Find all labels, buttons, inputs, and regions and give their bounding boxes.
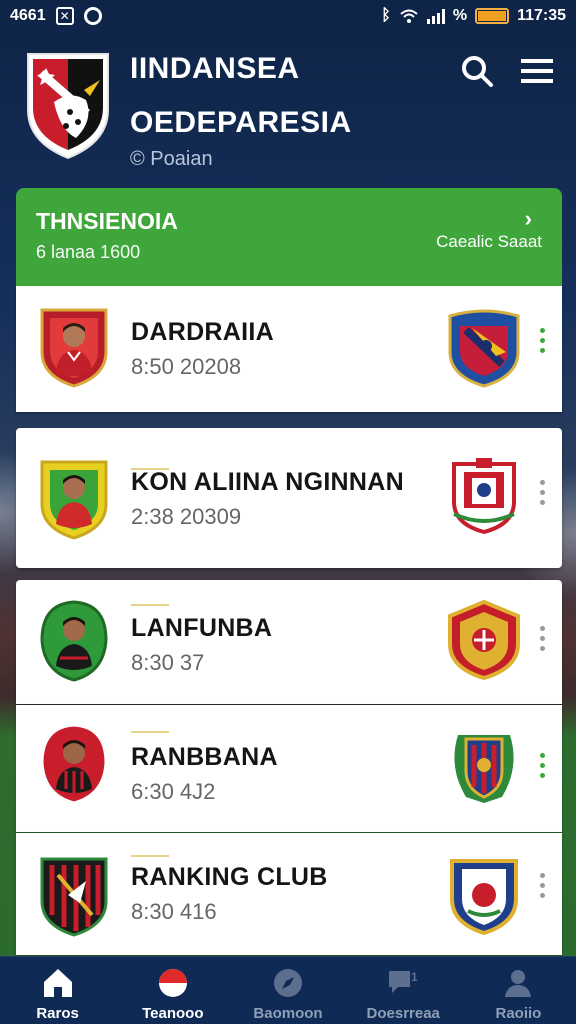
more-options-icon[interactable]	[538, 626, 546, 651]
list-item[interactable]: LANFUNBA 8:30 37	[16, 580, 562, 704]
player-name: KON ALIINA NGINNAN	[131, 468, 404, 496]
club-badge	[448, 309, 520, 388]
list-item[interactable]: DARDRAIIA 8:50 20208	[16, 286, 562, 412]
dot	[539, 338, 545, 343]
featured-link[interactable]: Caealic Saaat	[436, 232, 542, 252]
accent-line	[131, 731, 169, 733]
more-options-icon[interactable]	[538, 873, 546, 898]
dot	[539, 873, 545, 878]
percent-icon: %	[452, 7, 468, 24]
dot	[539, 646, 545, 651]
chevron-right-icon[interactable]: ›	[525, 206, 532, 232]
compass-icon	[274, 969, 302, 997]
club-badge	[454, 735, 514, 803]
nav-label: Baomoon	[253, 1005, 323, 1022]
nav-item-home[interactable]: Raros	[0, 957, 115, 1024]
nav-label: Raoiio	[495, 1005, 542, 1022]
profile-icon	[505, 970, 532, 997]
wifi-icon	[400, 9, 418, 23]
nav-label: Doesrreaa	[366, 1005, 440, 1022]
dot	[539, 763, 545, 768]
featured-card[interactable]: THNSIENOIA 6 lanaa 1600 › Caealic Saaat	[16, 188, 562, 286]
more-options-icon[interactable]	[538, 328, 546, 353]
search-icon[interactable]	[460, 54, 494, 88]
header-subtitle: © Poaian	[130, 148, 213, 170]
list-item[interactable]: RANBBANA 6:30 4J2	[16, 705, 562, 832]
header-title-line2: OEDEPARESIA	[130, 106, 352, 139]
list-item[interactable]: KON ALIINA NGINNAN 2:38 20309	[16, 428, 562, 568]
battery-icon	[475, 8, 510, 24]
dot	[539, 773, 545, 778]
player-badge	[40, 600, 108, 682]
dot	[539, 348, 545, 353]
home-icon	[43, 969, 72, 997]
gallery-icon: ✕	[55, 7, 74, 25]
status-bar: 4661 ✕ ᛒ % 117:35	[0, 0, 576, 32]
nav-item-teams[interactable]: Teanooo	[115, 957, 230, 1024]
ball-icon	[158, 969, 187, 997]
nav-label: Raros	[36, 1005, 79, 1022]
player-name: RANKING CLUB	[131, 863, 328, 891]
list-item[interactable]: RANKING CLUB 8:30 416	[16, 833, 562, 955]
player-name: LANFUNBA	[131, 614, 273, 642]
header-title-line1: IINDANSEA	[130, 52, 300, 85]
player-meta: 8:30 37	[131, 650, 205, 675]
chat-icon: 1	[389, 970, 418, 993]
dot	[539, 500, 545, 505]
sync-icon	[83, 7, 102, 25]
club-badge	[450, 859, 518, 935]
accent-line	[131, 604, 169, 606]
player-name: RANBBANA	[131, 743, 278, 771]
more-options-icon[interactable]	[538, 753, 546, 778]
player-badge	[40, 460, 108, 540]
dot	[539, 328, 545, 333]
dot	[539, 626, 545, 631]
club-badge	[452, 458, 516, 534]
dot	[539, 490, 545, 495]
club-badge	[448, 600, 520, 680]
nav-item-discussions[interactable]: 1 Doesrreaa	[346, 957, 461, 1024]
nav-label: Teanooo	[142, 1005, 204, 1022]
status-left-text: 4661	[10, 7, 46, 24]
player-meta: 8:50 20208	[131, 354, 242, 379]
bottom-navigation: Raros Teanooo Baomoon 1 Doesrreaa Raoiio	[0, 956, 576, 1024]
svg-text:1: 1	[411, 970, 418, 984]
player-meta: 6:30 4J2	[131, 779, 216, 804]
nav-item-browse[interactable]: Baomoon	[230, 957, 345, 1024]
dot	[539, 753, 545, 758]
signal-icon	[426, 8, 445, 24]
player-meta: 2:38 20309	[131, 504, 242, 529]
player-badge	[40, 723, 108, 805]
nav-item-profile[interactable]: Raoiio	[461, 957, 576, 1024]
app-header: IINDANSEA OEDEPARESIA © Poaian	[0, 40, 576, 180]
accent-line	[131, 855, 169, 857]
dot	[539, 883, 545, 888]
bluetooth-icon: ᛒ	[381, 7, 391, 24]
club-badge	[40, 857, 108, 937]
dot	[539, 636, 545, 641]
dot	[539, 480, 545, 485]
player-meta: 8:30 416	[131, 899, 217, 924]
club-crest-logo	[27, 53, 109, 160]
menu-icon[interactable]	[520, 54, 554, 88]
more-options-icon[interactable]	[538, 480, 546, 505]
featured-title: THNSIENOIA	[36, 208, 178, 234]
dot	[539, 893, 545, 898]
featured-subtitle: 6 lanaa 1600	[36, 242, 141, 262]
player-name: DARDRAIIA	[131, 318, 274, 346]
status-time: 117:35	[517, 7, 566, 24]
player-badge	[40, 308, 108, 388]
